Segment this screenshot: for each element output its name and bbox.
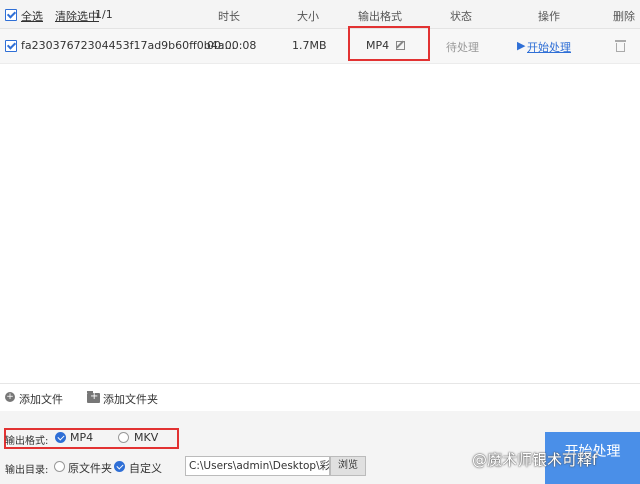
file-size: 1.7MB — [292, 39, 327, 52]
add-folder-button[interactable]: 添加文件夹 — [103, 391, 158, 407]
file-name: fa23037672304453f17ad9b60ff0b4a... — [21, 39, 235, 52]
dir-original-label[interactable]: 原文件夹 — [68, 460, 112, 476]
output-format-label: 输出格式: — [5, 436, 49, 447]
format-mkv-radio[interactable] — [118, 432, 129, 443]
watermark-text: @魔术师银术可释f — [472, 451, 598, 469]
file-status: 待处理 — [446, 41, 479, 54]
dir-original-radio[interactable] — [54, 461, 65, 472]
dir-custom-radio[interactable] — [114, 461, 125, 472]
list-header: 全选 清除选中 1/1 时长 大小 输出格式 状态 操作 删除 — [0, 0, 640, 29]
add-file-button[interactable]: 添加文件 — [19, 391, 63, 407]
start-process-link[interactable]: 开始处理 — [527, 39, 571, 55]
selected-count: 1/1 — [95, 8, 113, 21]
column-action: 操作 — [538, 10, 560, 23]
column-size: 大小 — [297, 10, 319, 23]
format-mp4-label[interactable]: MP4 — [70, 431, 93, 444]
select-all-link[interactable]: 全选 — [21, 8, 43, 24]
select-all-checkbox[interactable] — [5, 9, 17, 21]
trash-icon[interactable] — [615, 40, 626, 52]
column-duration: 时长 — [218, 10, 240, 23]
row-checkbox[interactable] — [5, 40, 17, 52]
column-format: 输出格式 — [358, 10, 402, 23]
output-dir-label: 输出目录: — [5, 465, 49, 476]
output-path-field[interactable]: C:\Users\admin\Desktop\彩 — [185, 456, 330, 476]
dir-custom-label[interactable]: 自定义 — [129, 460, 162, 476]
file-duration: 00:00:08 — [207, 39, 257, 52]
clear-selected-link[interactable]: 清除选中 — [55, 8, 99, 24]
format-mp4-radio[interactable] — [55, 432, 66, 443]
format-mkv-label[interactable]: MKV — [134, 431, 158, 444]
column-delete: 删除 — [613, 10, 635, 23]
add-folder-icon[interactable] — [87, 391, 100, 403]
browse-button[interactable]: 浏览 — [330, 456, 366, 476]
play-icon: ▶ — [517, 39, 526, 52]
file-format[interactable]: MP4 — [366, 39, 389, 52]
edit-icon[interactable] — [396, 41, 405, 50]
table-row[interactable]: fa23037672304453f17ad9b60ff0b4a... 00:00… — [0, 26, 640, 64]
column-status: 状态 — [450, 10, 472, 23]
divider — [0, 383, 640, 384]
add-file-icon[interactable]: + — [5, 392, 15, 402]
